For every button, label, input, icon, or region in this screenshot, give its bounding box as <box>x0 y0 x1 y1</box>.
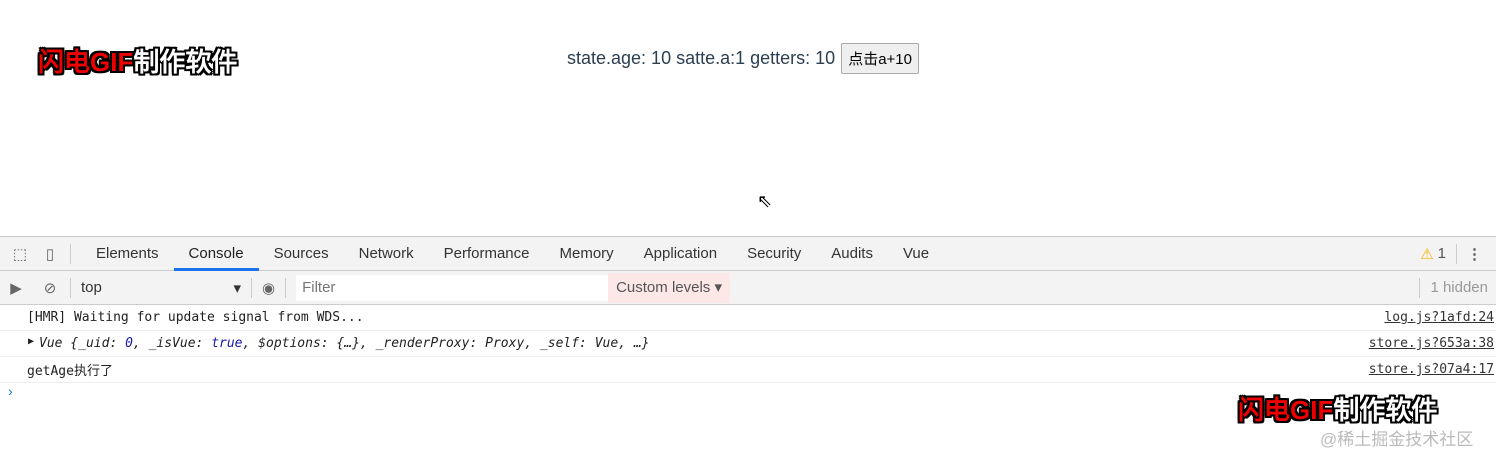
console-message: getAge执行了 store.js?07a4:17 <box>0 357 1496 383</box>
state-text: state.age: 10 satte.a:1 getters: 10 <box>567 48 836 68</box>
source-link[interactable]: store.js?07a4:17 <box>1369 362 1494 377</box>
hidden-count: 1 hidden <box>1430 279 1488 296</box>
tab-application[interactable]: Application <box>629 237 732 271</box>
warning-count[interactable]: 1 <box>1438 245 1446 262</box>
source-link[interactable]: log.js?1afd:24 <box>1384 310 1494 325</box>
filter-input[interactable] <box>296 274 609 301</box>
inspect-icon[interactable]: ⬚ <box>10 244 30 264</box>
credit-watermark: @稀土掘金技术社区 <box>1320 430 1474 449</box>
tab-security[interactable]: Security <box>732 237 816 271</box>
console-message: [HMR] Waiting for update signal from WDS… <box>0 305 1496 331</box>
tab-vue[interactable]: Vue <box>888 237 944 271</box>
add-a-button[interactable]: 点击a+10 <box>841 43 919 74</box>
watermark: 闪电GIF制作软件 <box>1238 395 1438 425</box>
log-levels-dropdown[interactable]: Custom levels ▾ <box>608 272 730 303</box>
console-toolbar: ▶︎ ⊘ top▾ ◉ Custom levels ▾ 1 hidden <box>0 271 1496 305</box>
watermark: 闪电GIF制作软件 <box>38 47 238 77</box>
tab-console[interactable]: Console <box>173 237 259 271</box>
object-preview[interactable]: ▶ Vue {_uid: 0, _isVue: true, $options: {… <box>27 336 650 351</box>
tab-performance[interactable]: Performance <box>429 237 545 271</box>
live-expression-eye-icon[interactable]: ◉ <box>262 279 275 297</box>
tab-memory[interactable]: Memory <box>545 237 629 271</box>
mouse-cursor-icon: ⇖ <box>757 191 773 211</box>
source-link[interactable]: store.js?653a:38 <box>1369 336 1494 351</box>
tab-network[interactable]: Network <box>344 237 429 271</box>
more-menu-icon[interactable]: ⋮ <box>1467 245 1482 263</box>
clear-console-icon[interactable]: ⊘ <box>40 278 60 298</box>
dropdown-arrow-icon: ▾ <box>233 279 241 297</box>
app: state.age: 10 satte.a:1 getters: 10 点击a+… <box>567 43 919 74</box>
context-select[interactable]: top ▾ <box>81 279 241 297</box>
device-toggle-icon[interactable]: ▯ <box>40 244 60 264</box>
divider <box>70 243 71 264</box>
divider <box>70 277 71 298</box>
console-message: ▶ Vue {_uid: 0, _isVue: true, $options: {… <box>0 331 1496 357</box>
sidebar-toggle-icon[interactable]: ▶︎ <box>6 278 26 298</box>
prompt-chevron-icon: › <box>8 383 13 399</box>
devtools-tabs: ⬚ ▯ Elements Console Sources Network Per… <box>0 237 1496 271</box>
expand-arrow-icon[interactable]: ▶ <box>28 336 34 347</box>
divider <box>251 277 252 298</box>
tab-elements[interactable]: Elements <box>81 237 174 271</box>
tab-audits[interactable]: Audits <box>816 237 888 271</box>
divider <box>1419 277 1421 298</box>
warning-icon[interactable]: ⚠ <box>1420 245 1433 263</box>
divider <box>285 277 287 298</box>
tab-sources[interactable]: Sources <box>259 237 344 271</box>
divider <box>1456 243 1457 264</box>
